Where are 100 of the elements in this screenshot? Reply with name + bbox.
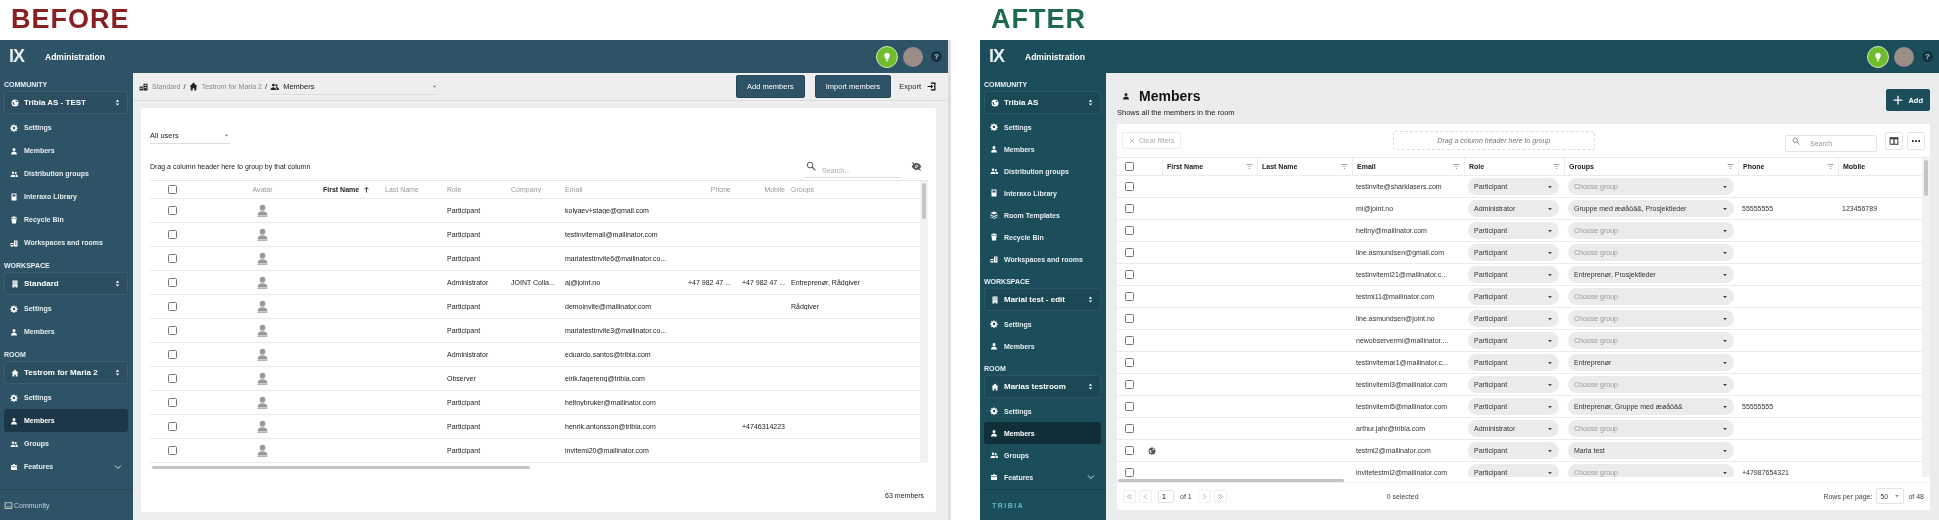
avatar-placeholder-icon [256, 228, 269, 241]
row-checkbox[interactable] [168, 350, 177, 359]
horizontal-scrollbar[interactable] [152, 466, 530, 469]
buildings-icon [990, 255, 998, 263]
avatar-placeholder-icon [256, 204, 269, 217]
lightbulb-button[interactable] [1867, 45, 1889, 68]
context-selector[interactable]: Tribia AS - TEST [4, 91, 128, 114]
help-button[interactable]: ? [931, 51, 942, 62]
caret-icon [1547, 359, 1553, 366]
export-icon [927, 82, 936, 91]
row-checkbox[interactable] [168, 278, 177, 287]
context-selector[interactable]: Marias testroom [984, 375, 1101, 398]
row-checkbox[interactable] [168, 230, 177, 239]
caret-icon [1547, 183, 1553, 190]
breadcrumb-separator: / [183, 82, 186, 91]
people-icon [270, 81, 280, 91]
people-icon [10, 169, 18, 178]
filter-icon[interactable] [1341, 163, 1348, 170]
row-checkbox[interactable] [168, 422, 177, 431]
row-checkbox[interactable] [1125, 380, 1134, 389]
app-title: Administration [1025, 51, 1085, 62]
select-all-checkbox[interactable] [1125, 162, 1134, 171]
filter-icon[interactable] [1246, 163, 1253, 170]
context-selector[interactable]: Standard [4, 272, 128, 295]
context-selector[interactable]: Marial test - edit [984, 288, 1101, 311]
filter-icon[interactable] [1727, 163, 1734, 170]
toolbox-icon [10, 462, 18, 471]
close-icon [1129, 137, 1135, 144]
row-checkbox[interactable] [1125, 204, 1134, 213]
row-checkbox[interactable] [1125, 402, 1134, 411]
up-down-icon [114, 280, 121, 287]
row-checkbox[interactable] [1125, 270, 1134, 279]
caret-icon [1894, 493, 1901, 500]
row-checkbox[interactable] [168, 206, 177, 215]
people-icon [10, 439, 18, 448]
row-checkbox[interactable] [168, 446, 177, 455]
caret-icon [1722, 249, 1728, 256]
globe-icon [991, 98, 999, 107]
select-all-checkbox[interactable] [168, 185, 177, 194]
user-avatar[interactable] [903, 46, 923, 67]
layers-icon [990, 211, 998, 219]
row-checkbox[interactable] [168, 254, 177, 263]
caret-icon [1722, 271, 1728, 278]
plus-icon [1893, 95, 1904, 105]
row-checkbox[interactable] [1125, 336, 1134, 345]
people-icon [990, 167, 998, 175]
app-logo[interactable]: lX [9, 46, 35, 67]
filter-icon[interactable] [1827, 163, 1834, 170]
avatar-placeholder-icon [256, 276, 269, 289]
caret-icon [1547, 469, 1553, 476]
caret-icon [1547, 447, 1553, 454]
row-checkbox[interactable] [168, 326, 177, 335]
caret-icon [1722, 227, 1728, 234]
home-icon [991, 382, 999, 391]
caret-icon [1722, 293, 1728, 300]
row-checkbox[interactable] [1125, 226, 1134, 235]
filter-icon[interactable] [1553, 163, 1560, 170]
row-checkbox[interactable] [1125, 248, 1134, 257]
row-checkbox[interactable] [1125, 424, 1134, 433]
home-icon [188, 82, 198, 91]
up-down-icon [114, 369, 121, 376]
caret-icon [1722, 425, 1728, 432]
broken-image-icon [4, 500, 13, 510]
person-icon [990, 429, 998, 437]
caret-icon [1547, 227, 1553, 234]
row-checkbox[interactable] [168, 374, 177, 383]
user-avatar[interactable] [1894, 46, 1914, 67]
row-checkbox[interactable] [1125, 446, 1134, 455]
caret-icon [1547, 249, 1553, 256]
caret-icon [1722, 337, 1728, 344]
row-checkbox[interactable] [1125, 358, 1134, 367]
row-checkbox[interactable] [1125, 468, 1134, 477]
row-checkbox[interactable] [168, 302, 177, 311]
columns-button[interactable] [1885, 131, 1903, 150]
toolbox-icon [990, 473, 998, 481]
sort-ascending-icon [363, 186, 371, 193]
lightbulb-icon [882, 51, 892, 62]
avatar-placeholder-icon [256, 420, 269, 433]
gear-icon [990, 407, 998, 415]
avatar-placeholder-icon [256, 372, 269, 385]
caret-icon [1722, 447, 1728, 454]
row-checkbox[interactable] [1125, 182, 1134, 191]
row-checkbox[interactable] [1125, 314, 1134, 323]
lightbulb-button[interactable] [876, 45, 898, 68]
person-icon [10, 327, 18, 336]
context-selector[interactable]: Testrom for Maria 2 [4, 361, 128, 384]
app-logo[interactable]: lX [989, 46, 1015, 67]
filter-icon[interactable] [1453, 163, 1460, 170]
gear-icon [10, 123, 18, 132]
more-options-button[interactable] [1907, 131, 1925, 150]
hidden-eye-icon[interactable] [911, 160, 922, 172]
vertical-scrollbar[interactable] [1922, 158, 1930, 477]
help-button[interactable]: ? [1922, 51, 1933, 62]
row-checkbox[interactable] [1125, 292, 1134, 301]
horizontal-scrollbar[interactable] [1118, 478, 1344, 482]
page-title: Members [1139, 88, 1201, 104]
context-selector[interactable]: Tribia AS [984, 91, 1101, 114]
row-checkbox[interactable] [168, 398, 177, 407]
gear-icon [990, 123, 998, 131]
vertical-scrollbar[interactable] [920, 181, 928, 463]
